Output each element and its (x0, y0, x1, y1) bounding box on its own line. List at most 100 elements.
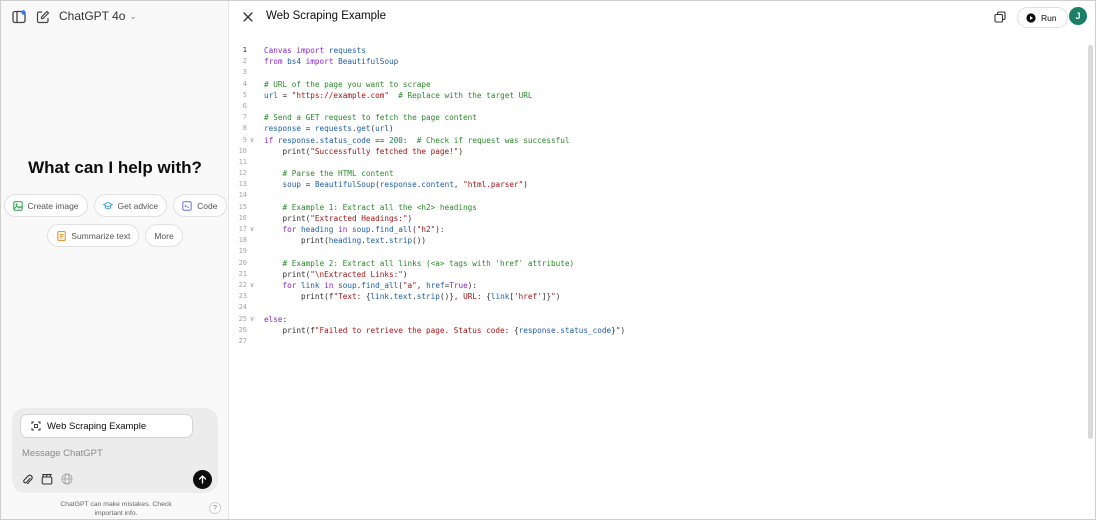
code-line[interactable]: 14 (229, 190, 1085, 201)
code-token: href (426, 280, 445, 290)
code-token: ) (389, 124, 394, 134)
code-token: link (370, 292, 389, 302)
copy-button[interactable] (993, 10, 1007, 24)
code-line[interactable]: 11 (229, 157, 1085, 168)
line-number: 7 (242, 113, 247, 122)
canvas-reference-pill[interactable]: Web Scraping Example (20, 414, 193, 438)
code-token: find_all (375, 225, 413, 234)
code-token: status_code (560, 325, 612, 335)
code-line[interactable]: 24 (229, 302, 1085, 313)
code-line[interactable]: 23 print(f"Text: {link.text.strip()}, UR… (229, 291, 1085, 302)
code-line[interactable]: 6 (229, 101, 1085, 112)
line-number: 24 (238, 303, 247, 312)
code-token: , (416, 280, 427, 290)
line-number: 4 (242, 79, 247, 88)
code-token: == (375, 135, 389, 145)
new-chat-button[interactable] (35, 9, 51, 25)
code-line[interactable]: 21 print("\nExtracted Links:") (229, 269, 1085, 280)
close-canvas-button[interactable] (241, 10, 255, 24)
code-line[interactable]: 26 print(f"Failed to retrieve the page. … (229, 325, 1085, 336)
sidebar-toggle-button[interactable] (11, 9, 27, 25)
code-text: for link in soup.find_all("a", href=True… (264, 280, 477, 291)
code-token: import (296, 46, 329, 55)
code-text: from bs4 import BeautifulSoup (264, 56, 398, 67)
code-line[interactable]: 3 (229, 67, 1085, 78)
code-line[interactable]: 5 url = "https://example.com" # Replace w… (229, 90, 1085, 101)
model-selector[interactable]: ChatGPT 4o ⌄ (59, 9, 137, 23)
code-line[interactable]: 10 print("Successfully fetched the page!… (229, 146, 1085, 157)
web-search-button[interactable] (60, 472, 74, 486)
line-number: 17 (238, 225, 247, 233)
code-token: , (453, 180, 464, 190)
code-token: # URL of the page you want to scrape (264, 79, 431, 89)
code-line[interactable]: 22 ∨ for link in soup.find_all("a", href=… (229, 280, 1085, 291)
user-avatar[interactable]: J (1069, 7, 1087, 25)
clapperboard-icon (41, 474, 53, 485)
code-line[interactable]: 20 # Example 2: Extract all links (<a> t… (229, 258, 1085, 269)
code-line[interactable]: 7 # Send a GET request to fetch the page … (229, 112, 1085, 123)
chip-code[interactable]: Code (173, 194, 227, 217)
code-token: ) (458, 146, 464, 156)
code-line[interactable]: 13 soup = BeautifulSoup(response.content… (229, 179, 1085, 190)
fold-chevron-icon[interactable]: ∨ (250, 135, 254, 146)
code-icon (182, 200, 192, 211)
code-line[interactable]: 16 print("Extracted Headings:") (229, 213, 1085, 224)
code-token: strip (389, 236, 413, 246)
code-token: : (402, 135, 417, 145)
code-token: ()} (439, 292, 454, 302)
code-line[interactable]: 1 Canvas import requests (229, 45, 1085, 56)
paperclip-icon (23, 474, 33, 485)
code-text: Canvas import requests (264, 45, 366, 56)
code-text: print("Successfully fetched the page!") (264, 146, 464, 157)
help-button[interactable]: ? (209, 502, 221, 514)
line-number: 1 (242, 46, 247, 54)
code-text: for heading in soup.find_all("h2"): (264, 224, 445, 235)
line-number: 20 (238, 258, 247, 267)
code-line[interactable]: 18 print(heading.text.strip()) (229, 235, 1085, 246)
chip-row-2: Summarize text More (1, 224, 229, 247)
code-token: url (375, 124, 390, 134)
code-line[interactable]: 12 # Parse the HTML content (229, 168, 1085, 179)
tools-button[interactable] (40, 472, 54, 486)
code-token: ()) (412, 236, 427, 246)
code-line[interactable]: 27 (229, 336, 1085, 347)
code-line[interactable]: 8 response = requests.get(url) (229, 123, 1085, 134)
fold-chevron-icon[interactable]: ∨ (250, 224, 254, 235)
message-input[interactable]: Message ChatGPT (22, 448, 103, 459)
chip-more[interactable]: More (145, 224, 183, 247)
run-button[interactable]: Run (1017, 7, 1068, 28)
chip-get-advice[interactable]: Get advice (93, 194, 168, 217)
code-line[interactable]: 17 ∨ for heading in soup.find_all("h2"): (229, 224, 1085, 235)
globe-icon (61, 473, 73, 485)
line-number: 26 (238, 325, 247, 334)
send-button[interactable] (193, 470, 212, 489)
code-line[interactable]: 25 ∨ else: (229, 314, 1085, 325)
code-token: ) (407, 213, 413, 223)
editor-scrollbar[interactable] (1088, 45, 1093, 439)
code-line[interactable]: 19 (229, 246, 1085, 257)
code-line[interactable]: 9 ∨ if response.status_code == 200: # Chec… (229, 135, 1085, 146)
code-token: response (379, 180, 417, 190)
code-token: bs4 (287, 57, 306, 67)
chip-label: Code (197, 200, 218, 211)
fold-chevron-icon[interactable]: ∨ (250, 314, 254, 325)
chip-create-image[interactable]: Create image (3, 194, 88, 217)
code-line[interactable]: 2 from bs4 import BeautifulSoup (229, 56, 1085, 67)
code-line[interactable]: 15 # Example 1: Extract all the <h2> hea… (229, 202, 1085, 213)
code-text: response = requests.get(url) (264, 123, 394, 134)
code-token: Canvas (264, 46, 297, 55)
code-text: print(f"Failed to retrieve the page. Sta… (264, 325, 626, 336)
attach-button[interactable] (21, 472, 35, 486)
code-line[interactable]: 4 # URL of the page you want to scrape (229, 79, 1085, 90)
code-editor[interactable]: 1 Canvas import requests 2 from bs4 import … (229, 45, 1085, 347)
code-token: response (277, 135, 315, 145)
chip-summarize-text[interactable]: Summarize text (47, 224, 140, 247)
code-text: print(heading.text.strip()) (264, 235, 426, 246)
fold-chevron-icon[interactable]: ∨ (250, 280, 254, 291)
code-token: "Text: (333, 292, 366, 302)
code-token: # Check if request was successful (416, 135, 570, 145)
chip-label: Create image (27, 200, 79, 211)
